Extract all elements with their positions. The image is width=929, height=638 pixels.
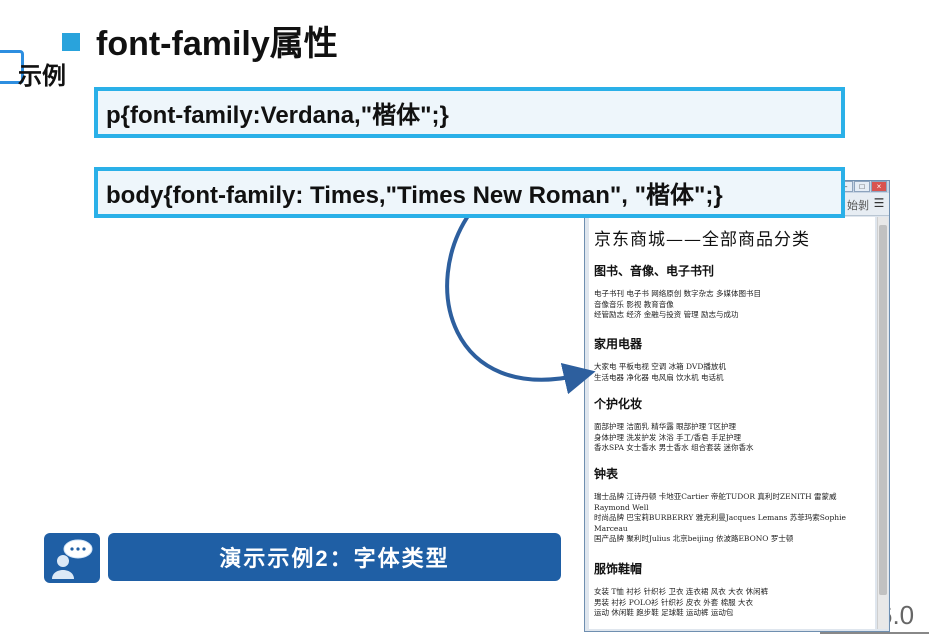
bottom-rule bbox=[820, 632, 929, 634]
code-line-2: body{font-family: Times,"Times New Roman… bbox=[106, 182, 723, 209]
code-example-p: p{font-family:Verdana,"楷体";} bbox=[94, 87, 845, 138]
browser-window: – □ × 始剝 ☰ 京东商城——全部商品分类 图书、音像、电子书刊 电子书刊 … bbox=[584, 180, 890, 632]
section-line: 身体护理 洗发护发 沐浴 手工/香皂 手足护理 bbox=[594, 432, 742, 442]
browser-viewport: 京东商城——全部商品分类 图书、音像、电子书刊 电子书刊 电子书 网络原创 数字… bbox=[589, 217, 875, 629]
section-line: 运动 休闲鞋 跑步鞋 足球鞋 运动裤 运动包 bbox=[594, 608, 734, 617]
section-line: 经管励志 经济 金融与投资 管理 励志与成功 bbox=[594, 310, 739, 319]
maximize-button[interactable]: □ bbox=[854, 181, 870, 192]
menu-icon[interactable]: ☰ bbox=[873, 196, 885, 210]
section-title: 个护化妆 bbox=[594, 397, 643, 411]
demo-banner: 演示示例2：字体类型 bbox=[108, 533, 561, 581]
section-line: 生活电器 净化器 电风扇 饮水机 电话机 bbox=[594, 372, 724, 382]
section-line: 大家电 平板电视 空调 冰箱 DVD播放机 bbox=[594, 362, 726, 371]
section-appliances: 家用电器 大家电 平板电视 空调 冰箱 DVD播放机 生活电器 净化器 电风扇 … bbox=[594, 335, 872, 383]
section-apparel: 服饰鞋帽 女装 T恤 衬衫 针织衫 卫衣 连衣裙 风衣 大衣 休闲裤 男装 衬衫… bbox=[594, 560, 872, 619]
toolbar-text[interactable]: 始剝 bbox=[847, 197, 869, 213]
section-watches: 钟表 瑞士品牌 江诗丹顿 卡地亚Cartier 帝舵TUDOR 真利时ZENIT… bbox=[594, 465, 872, 545]
code-example-body: body{font-family: Times,"Times New Roman… bbox=[94, 167, 845, 218]
scroll-thumb[interactable] bbox=[879, 225, 887, 595]
section-line: 时尚品牌 巴宝莉BURBERRY 雅克利曼Jacques Lemans 苏菲玛索… bbox=[594, 513, 846, 533]
vertical-scrollbar[interactable] bbox=[877, 217, 888, 629]
section-line: 男装 衬衫 POLO衫 针织衫 皮衣 外套 棉服 大衣 bbox=[594, 597, 754, 607]
section-cosmetics: 个护化妆 面部护理 洁面乳 精华露 眼部护理 T区护理 身体护理 洗发护发 沐浴… bbox=[594, 395, 872, 454]
section-title: 钟表 bbox=[594, 467, 619, 481]
section-title: 图书、音像、电子书刊 bbox=[594, 264, 715, 278]
section-line: 香水SPA 女士香水 男士香水 组合套装 迷你香水 bbox=[594, 443, 754, 452]
section-title: 家用电器 bbox=[594, 337, 643, 351]
section-line: 电子书刊 电子书 网络原创 数字杂志 多媒体图书目 bbox=[594, 289, 762, 298]
section-line: 音像音乐 影视 教育音像 bbox=[594, 299, 674, 309]
page-title: font-family属性 bbox=[96, 25, 338, 63]
title-square-icon bbox=[62, 33, 80, 51]
section-line: 面部护理 洁面乳 精华露 眼部护理 T区护理 bbox=[594, 422, 737, 431]
chat-person-icon bbox=[44, 533, 100, 583]
catalog-heading: 京东商城——全部商品分类 bbox=[594, 230, 810, 250]
sidebar-tab-label: 示例 bbox=[18, 63, 66, 90]
code-line-1: p{font-family:Verdana,"楷体";} bbox=[106, 102, 449, 129]
section-title: 服饰鞋帽 bbox=[594, 562, 643, 576]
section-line: 女装 T恤 衬衫 针织衫 卫衣 连衣裙 风衣 大衣 休闲裤 bbox=[594, 587, 769, 596]
section-line: 瑞士品牌 江诗丹顿 卡地亚Cartier 帝舵TUDOR 真利时ZENITH 雷… bbox=[594, 492, 837, 512]
section-books: 图书、音像、电子书刊 电子书刊 电子书 网络原创 数字杂志 多媒体图书目 音像音… bbox=[594, 262, 872, 321]
section-line: 国产品牌 聚利时Julius 北京beijing 依波路EBONO 罗士顿 bbox=[594, 534, 794, 543]
close-button[interactable]: × bbox=[871, 181, 887, 192]
curved-arrow-icon bbox=[445, 211, 596, 395]
